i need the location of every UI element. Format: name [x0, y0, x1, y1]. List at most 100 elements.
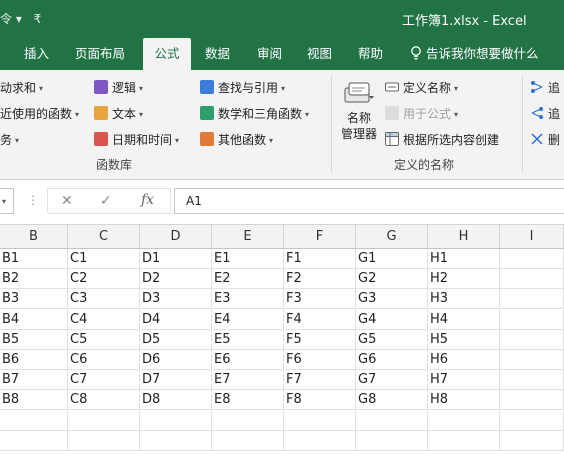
cell-f7[interactable]: F7: [284, 370, 356, 391]
cell-d1[interactable]: D1: [140, 249, 212, 269]
recently-used-button[interactable]: 近使用的函数 ▾: [0, 104, 79, 124]
cell-h3[interactable]: H3: [428, 289, 500, 310]
column-header-d[interactable]: D: [140, 225, 212, 249]
column-header-b[interactable]: B: [0, 225, 68, 249]
cell-d4[interactable]: D4: [140, 309, 212, 330]
cell-e2[interactable]: E2: [212, 269, 284, 290]
cell-b2[interactable]: B2: [0, 269, 68, 290]
autosum-button[interactable]: 动求和 ▾: [0, 78, 43, 98]
cell-h2[interactable]: H2: [428, 269, 500, 290]
cell-c5[interactable]: C5: [68, 329, 140, 350]
insert-function-icon[interactable]: fx: [141, 192, 154, 208]
column-header-h[interactable]: H: [428, 225, 500, 249]
math-trig-button[interactable]: 数学和三角函数 ▾: [200, 104, 309, 124]
tab-data[interactable]: 数据: [205, 38, 230, 70]
cell-g1[interactable]: G1: [356, 249, 428, 269]
tell-me-search[interactable]: 告诉我你想要做什么: [410, 38, 539, 70]
cell-c9[interactable]: [68, 410, 140, 431]
cell-d2[interactable]: D2: [140, 269, 212, 290]
cell-f6[interactable]: F6: [284, 350, 356, 370]
cell-c3[interactable]: C3: [68, 289, 140, 310]
worksheet-grid[interactable]: B C D E F G H I B1 C1 D1 E1 F1 G1 H1 B2 C2 D2 E2 F2 G2 H2 B3 C3…: [0, 224, 564, 455]
cell-f10[interactable]: [284, 430, 356, 451]
cell-i8[interactable]: [500, 390, 564, 411]
cell-d8[interactable]: D8: [140, 390, 212, 411]
more-functions-button[interactable]: 其他函数 ▾: [200, 130, 273, 150]
cell-c7[interactable]: C7: [68, 370, 140, 391]
cell-i3[interactable]: [500, 289, 564, 310]
cell-d10[interactable]: [140, 430, 212, 451]
cell-h1[interactable]: H1: [428, 249, 500, 269]
remove-arrows-button[interactable]: 删: [530, 130, 560, 150]
cell-i1[interactable]: [500, 249, 564, 269]
cell-d6[interactable]: D6: [140, 350, 212, 370]
cell-h4[interactable]: H4: [428, 309, 500, 330]
chevron-down-icon[interactable]: ▾: [2, 197, 6, 206]
cell-e9[interactable]: [212, 410, 284, 431]
cell-h6[interactable]: H6: [428, 350, 500, 370]
cell-g8[interactable]: G8: [356, 390, 428, 411]
enter-icon[interactable]: ✓: [100, 193, 112, 209]
cell-b6[interactable]: B6: [0, 350, 68, 370]
tab-formulas[interactable]: 公式: [143, 38, 191, 70]
column-header-c[interactable]: C: [68, 225, 140, 249]
cancel-icon[interactable]: ✕: [61, 193, 73, 209]
cell-e3[interactable]: E3: [212, 289, 284, 310]
name-manager-button[interactable]: 名称 管理器: [338, 80, 380, 142]
trace-precedents-button[interactable]: 追: [530, 78, 560, 98]
cell-h9[interactable]: [428, 410, 500, 431]
cell-b8[interactable]: B8: [0, 390, 68, 411]
define-name-button[interactable]: 定义名称 ▾: [385, 78, 458, 98]
cell-f9[interactable]: [284, 410, 356, 431]
cell-i4[interactable]: [500, 309, 564, 330]
cell-e7[interactable]: E7: [212, 370, 284, 391]
cell-c1[interactable]: C1: [68, 249, 140, 269]
tab-page-layout[interactable]: 页面布局: [75, 38, 125, 70]
cell-g10[interactable]: [356, 430, 428, 451]
cell-f5[interactable]: F5: [284, 329, 356, 350]
tab-view[interactable]: 视图: [307, 38, 332, 70]
date-time-button[interactable]: 日期和时间 ▾: [94, 130, 179, 150]
cell-b7[interactable]: B7: [0, 370, 68, 391]
quick-access-customize[interactable]: 令 ▾: [0, 12, 22, 26]
cell-e5[interactable]: E5: [212, 329, 284, 350]
cell-c2[interactable]: C2: [68, 269, 140, 290]
column-header-i[interactable]: I: [500, 225, 564, 249]
cell-b5[interactable]: B5: [0, 329, 68, 350]
cell-d7[interactable]: D7: [140, 370, 212, 391]
cell-h7[interactable]: H7: [428, 370, 500, 391]
cell-h8[interactable]: H8: [428, 390, 500, 411]
cell-f1[interactable]: F1: [284, 249, 356, 269]
cell-i6[interactable]: [500, 350, 564, 370]
cell-c4[interactable]: C4: [68, 309, 140, 330]
formula-bar-resize-handle[interactable]: ⋮: [27, 193, 39, 207]
cell-i10[interactable]: [500, 430, 564, 451]
column-header-g[interactable]: G: [356, 225, 428, 249]
cell-g4[interactable]: G4: [356, 309, 428, 330]
cell-e4[interactable]: E4: [212, 309, 284, 330]
cell-i5[interactable]: [500, 329, 564, 350]
cell-b10[interactable]: [0, 430, 68, 451]
cell-g9[interactable]: [356, 410, 428, 431]
tab-insert[interactable]: 插入: [24, 38, 49, 70]
financial-button[interactable]: 务 ▾: [0, 130, 19, 150]
cell-f8[interactable]: F8: [284, 390, 356, 411]
cell-f4[interactable]: F4: [284, 309, 356, 330]
text-button[interactable]: 文本 ▾: [94, 104, 143, 124]
cell-h10[interactable]: [428, 430, 500, 451]
cell-d5[interactable]: D5: [140, 329, 212, 350]
cell-c8[interactable]: C8: [68, 390, 140, 411]
cell-f2[interactable]: F2: [284, 269, 356, 290]
cell-d3[interactable]: D3: [140, 289, 212, 310]
cell-h5[interactable]: H5: [428, 329, 500, 350]
quick-access-toolbar[interactable]: 令 ▾ ₹: [0, 10, 49, 27]
lookup-reference-button[interactable]: 查找与引用 ▾: [200, 78, 285, 98]
cell-g5[interactable]: G5: [356, 329, 428, 350]
cell-i9[interactable]: [500, 410, 564, 431]
cell-e1[interactable]: E1: [212, 249, 284, 269]
cell-i2[interactable]: [500, 269, 564, 290]
use-in-formula-button[interactable]: 用于公式 ▾: [385, 104, 458, 124]
cell-b3[interactable]: B3: [0, 289, 68, 310]
cell-i7[interactable]: [500, 370, 564, 391]
column-header-e[interactable]: E: [212, 225, 284, 249]
